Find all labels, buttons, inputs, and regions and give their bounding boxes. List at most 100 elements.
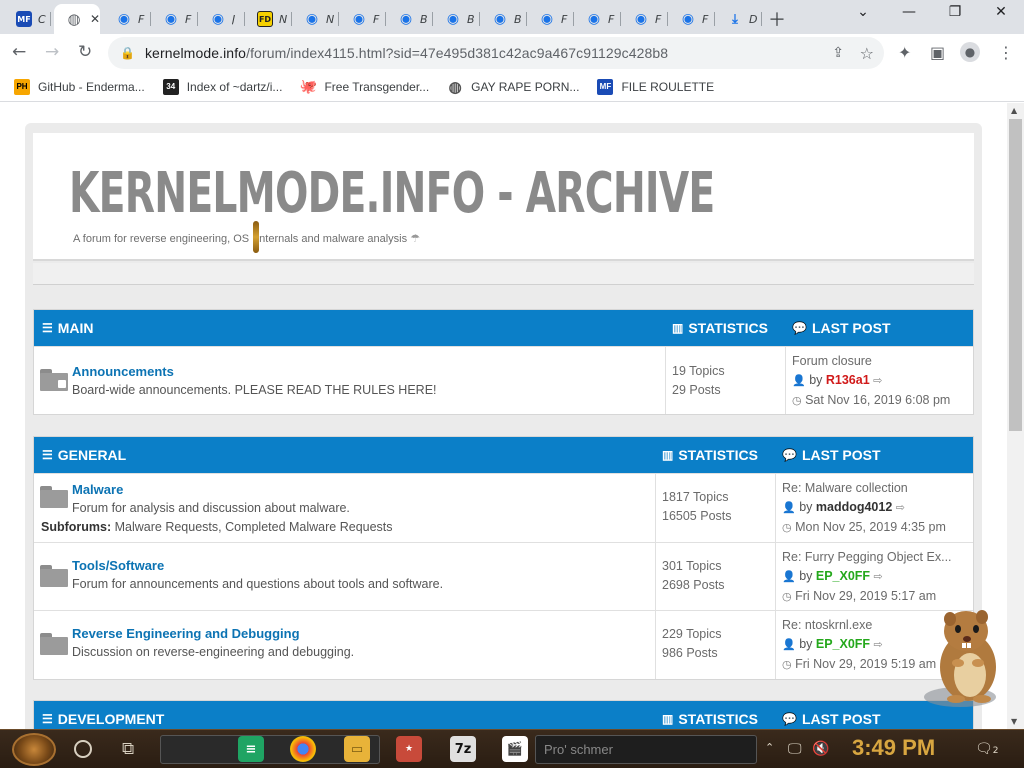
share-icon[interactable]: ⇪: [832, 45, 844, 61]
scroll-up-arrow-icon[interactable]: ▲: [1011, 106, 1017, 115]
close-window-button[interactable]: ✕: [978, 4, 1024, 20]
taskbar-clock[interactable]: 3:49 PM: [852, 735, 935, 761]
eye-favicon-icon: ◉: [164, 11, 178, 27]
restore-button[interactable]: ❐: [932, 4, 978, 20]
forum-title-link[interactable]: Malware: [72, 482, 123, 497]
last-post-author[interactable]: EP_X0FF: [816, 569, 870, 583]
cortana-circle-icon[interactable]: [74, 740, 92, 758]
browser-tab[interactable]: FD N: [245, 4, 292, 34]
network-icon[interactable]: 🖵: [788, 741, 802, 757]
forum-description: Forum for analysis and discussion about …: [72, 501, 350, 515]
bookmark-item[interactable]: ◍ GAY RAPE PORN...: [447, 78, 580, 96]
tab-title: F: [608, 12, 615, 26]
category-name[interactable]: MAIN: [58, 320, 94, 336]
site-title[interactable]: KERNELMODE.INFO - ARCHIVE: [69, 161, 715, 226]
eye-favicon-icon: ◉: [399, 11, 413, 27]
game-app-icon[interactable]: ★: [396, 736, 422, 762]
browser-tab[interactable]: ◉ F: [104, 4, 151, 34]
sheets-app-icon[interactable]: ≡: [238, 736, 264, 762]
page-scrollbar[interactable]: ▲ ▼: [1007, 103, 1024, 729]
browser-tab[interactable]: ◉ J: [198, 4, 245, 34]
browser-tab[interactable]: ◉ B: [433, 4, 480, 34]
browser-tab[interactable]: ◍ ✕: [54, 4, 100, 34]
forward-button[interactable]: →: [45, 42, 59, 62]
browser-tab[interactable]: ◉ F: [339, 4, 386, 34]
reload-button[interactable]: ↻: [78, 42, 92, 62]
last-post-title[interactable]: Re: Furry Pegging Object Ex...: [782, 548, 952, 567]
category-name[interactable]: GENERAL: [58, 447, 126, 463]
browser-tab[interactable]: MF C: [4, 4, 51, 34]
subforums-links[interactable]: Malware Requests, Completed Malware Requ…: [115, 520, 393, 534]
bookmark-label: GAY RAPE PORN...: [471, 79, 580, 94]
file-explorer-icon[interactable]: ▭: [344, 736, 370, 762]
new-tab-button[interactable]: ＋: [768, 6, 786, 32]
bookmark-item[interactable]: PH GitHub - Enderma...: [14, 78, 145, 95]
bookmark-item[interactable]: 34 Index of ~dartz/i...: [162, 78, 282, 95]
tab-title: F: [702, 12, 709, 26]
bar-chart-icon: ▥: [672, 321, 684, 335]
scroll-down-arrow-icon[interactable]: ▼: [1011, 717, 1017, 726]
column-divider: [655, 543, 656, 610]
browser-tab[interactable]: ◉ F: [527, 4, 574, 34]
last-post-info: Re: Furry Pegging Object Ex... 👤 by EP_X0…: [782, 548, 952, 607]
last-post-author[interactable]: maddog4012: [816, 500, 892, 514]
side-panel-icon[interactable]: ▣: [930, 43, 945, 62]
forum-title-link[interactable]: Reverse Engineering and Debugging: [72, 626, 300, 641]
last-post-author[interactable]: EP_X0FF: [816, 637, 870, 651]
notification-center-icon[interactable]: 🗨2: [975, 741, 999, 757]
category-title[interactable]: ☰ GENERAL: [42, 447, 126, 463]
bookmark-item[interactable]: 🐙 Free Transgender...: [300, 78, 429, 95]
browser-tab[interactable]: ◉ F: [621, 4, 668, 34]
browser-tab[interactable]: ◉ F: [668, 4, 715, 34]
close-tab-icon[interactable]: ✕: [90, 12, 100, 26]
chrome-app-icon[interactable]: [290, 736, 316, 762]
goto-post-icon[interactable]: ⇨: [874, 639, 883, 651]
volume-muted-icon[interactable]: 🔇: [812, 741, 829, 757]
notification-count: 2: [992, 746, 999, 756]
user-icon: 👤: [782, 571, 796, 583]
address-bar[interactable]: 🔒 kernelmode.info/forum/index4115.html?s…: [108, 37, 884, 69]
globe-icon: ◍: [448, 78, 462, 96]
user-icon: 👤: [792, 375, 806, 387]
goto-post-icon[interactable]: ⇨: [896, 502, 905, 514]
7zip-app-icon[interactable]: 7z: [450, 736, 476, 762]
category-name[interactable]: DEVELOPMENT: [58, 711, 165, 727]
goto-post-icon[interactable]: ⇨: [873, 375, 882, 387]
last-post-title[interactable]: Forum closure: [792, 352, 950, 371]
bookmark-star-icon[interactable]: ☆: [860, 44, 874, 63]
scrollbar-thumb[interactable]: [1009, 119, 1022, 431]
forum-title-link[interactable]: Announcements: [72, 364, 174, 379]
last-post-title[interactable]: Re: Malware collection: [782, 479, 946, 498]
hamster-desktop-pet[interactable]: [920, 605, 1006, 709]
goto-post-icon[interactable]: ⇨: [874, 571, 883, 583]
url-text[interactable]: kernelmode.info/forum/index4115.html?sid…: [145, 45, 668, 61]
tray-overflow-chevron-icon[interactable]: ⌃: [765, 741, 774, 754]
back-button[interactable]: ←: [12, 42, 26, 62]
browser-tab[interactable]: ◉ B: [386, 4, 433, 34]
eye-favicon-icon: ◉: [540, 11, 554, 27]
category-title[interactable]: ☰ MAIN: [42, 320, 94, 336]
clapperboard-app-icon[interactable]: 🎬: [502, 736, 528, 762]
clock-icon: ◷: [782, 591, 792, 603]
browser-tab[interactable]: ◉ N: [292, 4, 339, 34]
menu-kebab-icon[interactable]: ⋮: [998, 43, 1014, 62]
extensions-puzzle-icon[interactable]: ✦: [898, 43, 911, 62]
profile-avatar-icon[interactable]: ●: [960, 42, 980, 62]
category-title[interactable]: ☰ DEVELOPMENT: [42, 711, 164, 727]
last-post-title[interactable]: Re: ntoskrnl.exe: [782, 616, 936, 635]
start-button[interactable]: [12, 733, 56, 766]
forum-stats: 1817 Topics 16505 Posts: [662, 488, 732, 526]
browser-tab[interactable]: ◉ B: [480, 4, 527, 34]
bookmark-item[interactable]: MF FILE ROULETTE: [597, 78, 714, 95]
task-view-icon[interactable]: ⧉: [122, 739, 134, 759]
minimize-button[interactable]: —: [886, 4, 932, 20]
last-post-author[interactable]: R136a1: [826, 373, 870, 387]
tab-search-chevron-icon[interactable]: ⌄: [840, 4, 886, 20]
browser-tab[interactable]: ◉ F: [574, 4, 621, 34]
browser-tab[interactable]: ⤓ D: [715, 4, 762, 34]
tab-title: F: [655, 12, 662, 26]
lock-icon[interactable]: 🔒: [120, 46, 135, 60]
taskbar-search-box[interactable]: Pro' schmer: [535, 735, 757, 764]
browser-tab[interactable]: ◉ F: [151, 4, 198, 34]
forum-title-link[interactable]: Tools/Software: [72, 558, 164, 573]
